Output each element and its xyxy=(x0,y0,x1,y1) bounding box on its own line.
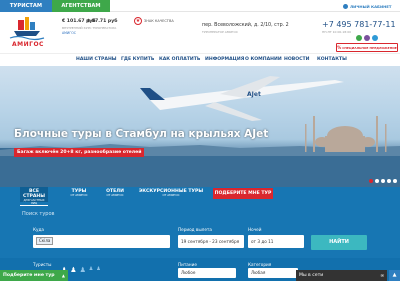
nav-where-buy[interactable]: ГДЕ КУПИТЬ xyxy=(121,55,154,64)
chevron-up-icon: ▲ xyxy=(61,273,65,278)
star-icon: ★ xyxy=(134,17,142,25)
hero-title: Блочные туры в Стамбул на крыльях AJet xyxy=(14,128,269,140)
slider-dots xyxy=(369,179,397,183)
usd-rate: $ 87.71 руб xyxy=(87,19,118,24)
pick-tour-chat[interactable]: Подберите мне тур ▲ xyxy=(0,270,68,281)
plane-logo-text: AJet xyxy=(247,91,261,98)
telegram-icon[interactable] xyxy=(372,35,378,41)
nav-how-pay[interactable]: КАК ОПЛАТИТЬ xyxy=(159,55,200,64)
address-note: ТУРОПЕРАТОР АМИГОС xyxy=(202,30,238,34)
rate-note: ВНУТРЕННИЙ КУРС ТУРОПЕРАТОРА xyxy=(62,25,117,30)
tab-agencies[interactable]: АГЕНТСТВАМ xyxy=(52,0,110,12)
scroll-top-button[interactable]: ▲ xyxy=(389,270,400,281)
nights-label: Ночей xyxy=(248,227,262,232)
messenger-icons xyxy=(356,35,378,41)
phone[interactable]: +7 495 781-77-11 xyxy=(322,20,396,29)
slider-dot[interactable] xyxy=(393,179,397,183)
logo-text: АМИГОС xyxy=(12,41,44,48)
where-label: Куда xyxy=(33,227,44,232)
adult-icon: ♟ xyxy=(79,266,86,274)
hero-badge: Багаж включён 20+8 кг, разнообразие отел… xyxy=(14,148,145,157)
period-label: Период вылета xyxy=(178,227,212,232)
child-icon: ♟ xyxy=(88,266,94,272)
category-field[interactable]: Любая xyxy=(248,268,298,278)
nav-countries[interactable]: НАШИ СТРАНЫ xyxy=(76,55,117,64)
food-field[interactable]: Любое xyxy=(178,268,236,278)
food-label: Питание xyxy=(178,262,197,267)
nights-field[interactable]: от 3 до 11 xyxy=(248,235,304,248)
chat-brand-icon: ✉ xyxy=(380,273,384,278)
hero-image: AJet xyxy=(0,76,400,188)
rate-brand: АМИГОС xyxy=(62,30,76,35)
top-bar: ТУРИСТАМ АГЕНТСТВАМ ЛИЧНЫЙ КАБИНЕТ xyxy=(0,0,400,12)
slider-dot[interactable] xyxy=(369,179,373,183)
tab-tours[interactable]: ТУРЫ ОТ АМИГОС xyxy=(68,187,90,202)
logo[interactable]: АМИГОС xyxy=(8,17,46,51)
category-label: Категория xyxy=(248,262,272,267)
slider-dot[interactable] xyxy=(375,179,379,183)
user-icon xyxy=(343,4,348,9)
address[interactable]: пер. Всеволожский, д. 2/10, стр. 2 xyxy=(202,23,289,28)
search-heading: Поиск туров xyxy=(22,211,55,217)
quality-badge[interactable]: ★ ЗНАК КАЧЕСТВА xyxy=(134,17,174,25)
slider-dot[interactable] xyxy=(387,179,391,183)
tab-hotels[interactable]: ОТЕЛИ ОТ АМИГОС xyxy=(100,187,130,202)
adult-icon: ♟ xyxy=(70,266,77,274)
pick-tour-button[interactable]: ПОДБЕРИТЕ МНЕ ТУР xyxy=(213,188,273,199)
tab-all-countries[interactable]: ВСЕ СТРАНЫ ДЛЯ ЧАСТНЫХ ЛИЦ xyxy=(20,187,48,207)
tab-tourists[interactable]: ТУРИСТАМ xyxy=(0,0,52,12)
whatsapp-icon[interactable] xyxy=(356,35,362,41)
tab-excursion-tours[interactable]: ЭКСКУРСИОННЫЕ ТУРЫ ОТ АМИГОС xyxy=(136,187,206,202)
viber-icon[interactable] xyxy=(364,35,370,41)
nav-contacts[interactable]: КОНТАКТЫ xyxy=(317,55,347,64)
child-icon: ♟ xyxy=(96,266,101,272)
nav-info[interactable]: ИНФОРМАЦИЯ xyxy=(205,55,244,64)
where-tag: Скіла xyxy=(36,237,54,245)
tourists-label: Туристы xyxy=(33,262,52,267)
find-button[interactable]: НАЙТИ xyxy=(311,235,367,250)
period-field[interactable]: 19 сентября - 23 сентября xyxy=(178,235,244,248)
cabinet-link[interactable]: ЛИЧНЫЙ КАБИНЕТ xyxy=(343,3,392,10)
special-offer-button[interactable]: % СПЕЦИАЛЬНОЕ ПРЕДЛОЖЕНИЕ xyxy=(336,43,398,52)
online-chat[interactable]: Мы в сети ✉ xyxy=(296,270,387,281)
where-field[interactable]: Скіла xyxy=(33,235,170,248)
slider-dot[interactable] xyxy=(381,179,385,183)
hero-banner[interactable]: AJet Блочные туры в Стамбул на крыльях A… xyxy=(0,66,400,188)
percent-icon: % xyxy=(337,45,342,50)
schedule: ПН-ПТ 10:00-18:00 xyxy=(322,30,352,34)
nav-about[interactable]: О КОМПАНИИ xyxy=(245,55,282,64)
nav-news[interactable]: НОВОСТИ xyxy=(284,55,310,64)
